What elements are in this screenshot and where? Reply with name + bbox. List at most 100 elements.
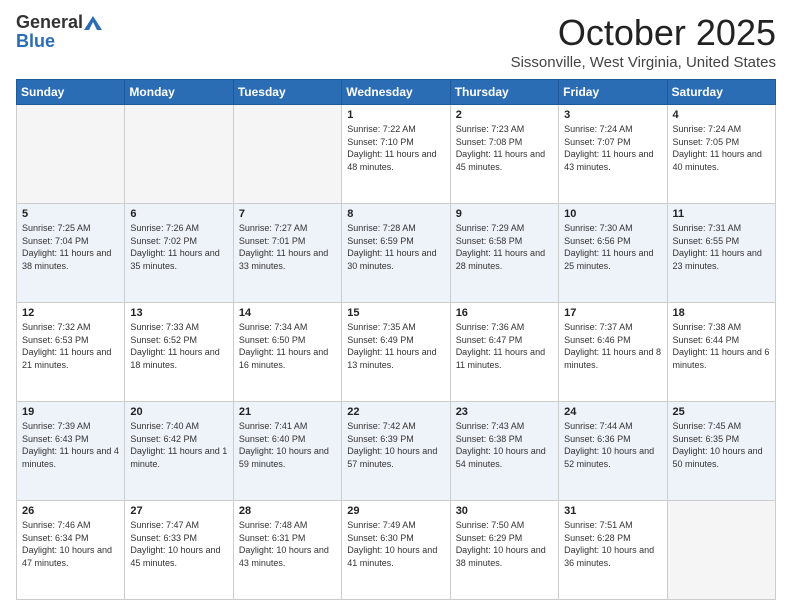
col-monday: Monday bbox=[125, 80, 233, 105]
table-row: 11 Sunrise: 7:31 AM Sunset: 6:55 PM Dayli… bbox=[667, 204, 775, 303]
day-info: Sunrise: 7:22 AM Sunset: 7:10 PM Dayligh… bbox=[347, 123, 444, 173]
table-row: 9 Sunrise: 7:29 AM Sunset: 6:58 PM Daylig… bbox=[450, 204, 558, 303]
day-number: 13 bbox=[130, 307, 227, 319]
table-row: 15 Sunrise: 7:35 AM Sunset: 6:49 PM Dayli… bbox=[342, 303, 450, 402]
day-info: Sunrise: 7:50 AM Sunset: 6:29 PM Dayligh… bbox=[456, 519, 553, 569]
day-info: Sunrise: 7:45 AM Sunset: 6:35 PM Dayligh… bbox=[673, 420, 770, 470]
day-info: Sunrise: 7:29 AM Sunset: 6:58 PM Dayligh… bbox=[456, 222, 553, 272]
logo-text: General bbox=[16, 12, 102, 33]
day-info: Sunrise: 7:26 AM Sunset: 7:02 PM Dayligh… bbox=[130, 222, 227, 272]
table-row: 16Sunrise: 7:36 AM Sunset: 6:47 PM Dayli… bbox=[450, 303, 558, 402]
day-info: Sunrise: 7:34 AM Sunset: 6:50 PM Dayligh… bbox=[239, 321, 336, 371]
day-info: Sunrise: 7:47 AM Sunset: 6:33 PM Dayligh… bbox=[130, 519, 227, 569]
day-number: 5 bbox=[22, 208, 119, 220]
col-tuesday: Tuesday bbox=[233, 80, 341, 105]
page: General Blue October 2025 Sissonville, W… bbox=[0, 0, 792, 612]
table-row: 24 Sunrise: 7:44 AM Sunset: 6:36 PM Dayli… bbox=[559, 402, 667, 501]
table-row: 1 Sunrise: 7:22 AM Sunset: 7:10 PM Daylig… bbox=[342, 105, 450, 204]
day-info: Sunrise: 7:38 AM Sunset: 6:44 PM Dayligh… bbox=[673, 321, 770, 371]
table-row: 30 Sunrise: 7:50 AM Sunset: 6:29 PM Dayli… bbox=[450, 501, 558, 600]
table-row: 10 Sunrise: 7:30 AM Sunset: 6:56 PM Dayli… bbox=[559, 204, 667, 303]
calendar-header-row: Sunday Monday Tuesday Wednesday Thursday… bbox=[17, 80, 776, 105]
day-number: 28 bbox=[239, 505, 336, 517]
day-info: Sunrise: 7:36 AM Sunset: 6:47 PM Dayligh… bbox=[456, 321, 553, 371]
header: General Blue October 2025 Sissonville, W… bbox=[16, 12, 776, 71]
table-row bbox=[667, 501, 775, 600]
day-info: Sunrise: 7:35 AM Sunset: 6:49 PM Dayligh… bbox=[347, 321, 444, 371]
day-info: Sunrise: 7:25 AM Sunset: 7:04 PM Dayligh… bbox=[22, 222, 119, 272]
table-row bbox=[17, 105, 125, 204]
col-sunday: Sunday bbox=[17, 80, 125, 105]
calendar-week-4: 19Sunrise: 7:39 AM Sunset: 6:43 PM Dayli… bbox=[17, 402, 776, 501]
day-info: Sunrise: 7:30 AM Sunset: 6:56 PM Dayligh… bbox=[564, 222, 661, 272]
table-row: 25 Sunrise: 7:45 AM Sunset: 6:35 PM Dayli… bbox=[667, 402, 775, 501]
table-row: 13 Sunrise: 7:33 AM Sunset: 6:52 PM Dayli… bbox=[125, 303, 233, 402]
table-row bbox=[233, 105, 341, 204]
col-thursday: Thursday bbox=[450, 80, 558, 105]
day-info: Sunrise: 7:31 AM Sunset: 6:55 PM Dayligh… bbox=[673, 222, 770, 272]
table-row: 19Sunrise: 7:39 AM Sunset: 6:43 PM Dayli… bbox=[17, 402, 125, 501]
day-number: 20 bbox=[130, 406, 227, 418]
day-info: Sunrise: 7:44 AM Sunset: 6:36 PM Dayligh… bbox=[564, 420, 661, 470]
col-friday: Friday bbox=[559, 80, 667, 105]
day-number: 29 bbox=[347, 505, 444, 517]
day-number: 23 bbox=[456, 406, 553, 418]
day-info: Sunrise: 7:24 AM Sunset: 7:05 PM Dayligh… bbox=[673, 123, 770, 173]
day-number: 9 bbox=[456, 208, 553, 220]
month-title: October 2025 bbox=[511, 12, 776, 54]
calendar-week-1: 1 Sunrise: 7:22 AM Sunset: 7:10 PM Daylig… bbox=[17, 105, 776, 204]
table-row: 23 Sunrise: 7:43 AM Sunset: 6:38 PM Dayli… bbox=[450, 402, 558, 501]
day-info: Sunrise: 7:24 AM Sunset: 7:07 PM Dayligh… bbox=[564, 123, 661, 173]
day-number: 18 bbox=[673, 307, 770, 319]
day-info: Sunrise: 7:32 AM Sunset: 6:53 PM Dayligh… bbox=[22, 321, 119, 371]
calendar-week-5: 26Sunrise: 7:46 AM Sunset: 6:34 PM Dayli… bbox=[17, 501, 776, 600]
logo-blue: Blue bbox=[16, 31, 55, 51]
day-info: Sunrise: 7:41 AM Sunset: 6:40 PM Dayligh… bbox=[239, 420, 336, 470]
day-number: 31 bbox=[564, 505, 661, 517]
col-saturday: Saturday bbox=[667, 80, 775, 105]
table-row: 31 Sunrise: 7:51 AM Sunset: 6:28 PM Dayli… bbox=[559, 501, 667, 600]
day-number: 8 bbox=[347, 208, 444, 220]
table-row: 26Sunrise: 7:46 AM Sunset: 6:34 PM Dayli… bbox=[17, 501, 125, 600]
table-row: 3 Sunrise: 7:24 AM Sunset: 7:07 PM Daylig… bbox=[559, 105, 667, 204]
table-row: 2 Sunrise: 7:23 AM Sunset: 7:08 PM Daylig… bbox=[450, 105, 558, 204]
day-number: 15 bbox=[347, 307, 444, 319]
calendar-week-2: 5 Sunrise: 7:25 AM Sunset: 7:04 PM Daylig… bbox=[17, 204, 776, 303]
day-number: 26 bbox=[22, 505, 119, 517]
day-number: 10 bbox=[564, 208, 661, 220]
calendar-week-3: 12 Sunrise: 7:32 AM Sunset: 6:53 PM Dayli… bbox=[17, 303, 776, 402]
table-row: 6 Sunrise: 7:26 AM Sunset: 7:02 PM Daylig… bbox=[125, 204, 233, 303]
day-info: Sunrise: 7:28 AM Sunset: 6:59 PM Dayligh… bbox=[347, 222, 444, 272]
table-row: 21 Sunrise: 7:41 AM Sunset: 6:40 PM Dayli… bbox=[233, 402, 341, 501]
table-row bbox=[125, 105, 233, 204]
day-info: Sunrise: 7:39 AM Sunset: 6:43 PM Dayligh… bbox=[22, 420, 119, 470]
day-info: Sunrise: 7:27 AM Sunset: 7:01 PM Dayligh… bbox=[239, 222, 336, 272]
table-row: 8 Sunrise: 7:28 AM Sunset: 6:59 PM Daylig… bbox=[342, 204, 450, 303]
day-number: 21 bbox=[239, 406, 336, 418]
day-number: 17 bbox=[564, 307, 661, 319]
day-number: 14 bbox=[239, 307, 336, 319]
day-info: Sunrise: 7:33 AM Sunset: 6:52 PM Dayligh… bbox=[130, 321, 227, 371]
day-number: 24 bbox=[564, 406, 661, 418]
day-number: 2 bbox=[456, 109, 553, 121]
day-number: 25 bbox=[673, 406, 770, 418]
logo: General Blue bbox=[16, 12, 102, 52]
day-info: Sunrise: 7:49 AM Sunset: 6:30 PM Dayligh… bbox=[347, 519, 444, 569]
day-number: 1 bbox=[347, 109, 444, 121]
day-number: 30 bbox=[456, 505, 553, 517]
day-number: 7 bbox=[239, 208, 336, 220]
day-info: Sunrise: 7:40 AM Sunset: 6:42 PM Dayligh… bbox=[130, 420, 227, 470]
table-row: 5 Sunrise: 7:25 AM Sunset: 7:04 PM Daylig… bbox=[17, 204, 125, 303]
day-info: Sunrise: 7:43 AM Sunset: 6:38 PM Dayligh… bbox=[456, 420, 553, 470]
day-info: Sunrise: 7:23 AM Sunset: 7:08 PM Dayligh… bbox=[456, 123, 553, 173]
table-row: 20 Sunrise: 7:40 AM Sunset: 6:42 PM Dayli… bbox=[125, 402, 233, 501]
day-info: Sunrise: 7:42 AM Sunset: 6:39 PM Dayligh… bbox=[347, 420, 444, 470]
day-number: 6 bbox=[130, 208, 227, 220]
table-row: 14 Sunrise: 7:34 AM Sunset: 6:50 PM Dayli… bbox=[233, 303, 341, 402]
day-info: Sunrise: 7:51 AM Sunset: 6:28 PM Dayligh… bbox=[564, 519, 661, 569]
day-number: 3 bbox=[564, 109, 661, 121]
day-info: Sunrise: 7:37 AM Sunset: 6:46 PM Dayligh… bbox=[564, 321, 661, 371]
day-number: 12 bbox=[22, 307, 119, 319]
day-number: 11 bbox=[673, 208, 770, 220]
day-number: 22 bbox=[347, 406, 444, 418]
